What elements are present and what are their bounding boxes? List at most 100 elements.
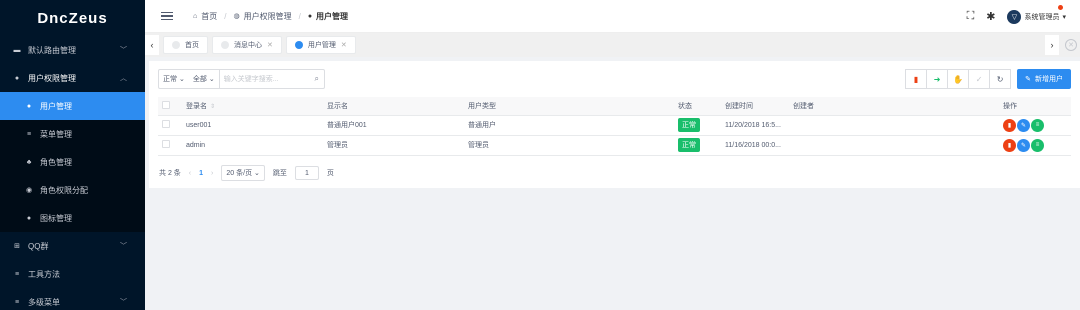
search-input[interactable]	[219, 70, 310, 88]
tab-dot	[221, 41, 229, 49]
edit-row-button[interactable]: ✎	[1017, 138, 1030, 152]
next-page-icon[interactable]: ›	[211, 170, 213, 177]
row-select-cell[interactable]	[158, 115, 182, 136]
menu-icon: ≡	[14, 298, 20, 306]
sidebar-item-multilevel-menu[interactable]: ≡ 多级菜单 ﹀	[0, 288, 145, 310]
jump-page-input[interactable]	[294, 166, 319, 180]
prev-page-icon[interactable]: ‹	[189, 170, 191, 177]
top-header: ⌂ 首页 / ◍ 用户权限管理 / ● 用户管理 ⛶ ✱ ▽ 系统管理员 ▾	[145, 0, 1080, 33]
cell-actions: ▮ ✎ ≡	[999, 135, 1071, 156]
add-user-button[interactable]: ✎ 新增用户	[1017, 69, 1071, 89]
bug-icon[interactable]: ✱	[986, 10, 995, 23]
row-checkbox[interactable]	[162, 120, 170, 128]
user-icon: ●	[26, 102, 32, 110]
close-icon[interactable]: ✕	[267, 41, 273, 49]
sidebar-item-tools[interactable]: ≡ 工具方法	[0, 260, 145, 288]
select-all-checkbox[interactable]	[162, 100, 170, 109]
column-header-login[interactable]: 登录名 ⇕	[182, 97, 323, 116]
tab-messages[interactable]: 消息中心 ✕	[212, 36, 282, 54]
edit-row-button[interactable]: ✎	[1017, 118, 1030, 132]
row-actions: ▮ ✎ ≡	[1003, 118, 1067, 132]
tool-icon: ≡	[14, 270, 20, 278]
user-dropdown[interactable]: ▽ 系统管理员 ▾	[1007, 4, 1066, 24]
submenu-user-permissions: ● 用户管理 ≡ 菜单管理 ♣ 角色管理 ◉ 角色权限分配 ● 图标管理	[0, 92, 145, 232]
disable-button[interactable]: ✋	[947, 69, 970, 89]
row-checkbox[interactable]	[162, 140, 170, 148]
confirm-button[interactable]: ✓	[968, 69, 991, 89]
breadcrumb-home[interactable]: ⌂ 首页	[193, 11, 217, 22]
pencil-icon: ✎	[1025, 76, 1031, 83]
status-badge: 正常	[678, 118, 700, 132]
select-value: 全部	[192, 76, 207, 83]
row-actions: ▮ ✎ ≡	[1003, 138, 1067, 152]
sidebar-item-label: 用户管理	[40, 101, 72, 111]
cell-created: 11/16/2018 00:0...	[721, 135, 789, 156]
tab-home[interactable]: 首页	[163, 36, 208, 54]
type-filter-select[interactable]: 全部 ⌄	[189, 70, 220, 88]
sidebar-item-default-routes[interactable]: ▬ 默认路由管理 ﹀	[0, 36, 145, 64]
breadcrumb-current: ● 用户管理	[308, 11, 348, 22]
tabs-scroll-left-icon[interactable]: ‹	[145, 35, 159, 55]
home-icon: ⌂	[193, 12, 198, 20]
sidebar-item-role-management[interactable]: ♣ 角色管理	[0, 148, 145, 176]
refresh-button[interactable]: ↻	[989, 69, 1012, 89]
sidebar-item-label: 图标管理	[40, 213, 72, 223]
chevron-down-icon: ⌄	[254, 170, 260, 177]
user-icon: ●	[307, 12, 313, 20]
cell-login: admin	[182, 135, 323, 156]
sidebar-item-label: 多级菜单	[28, 297, 60, 307]
cell-login: user001	[182, 115, 323, 136]
sidebar-item-qq-group[interactable]: ⊞ QQ群 ﹀	[0, 232, 145, 260]
tab-user-management[interactable]: 用户管理 ✕	[285, 36, 356, 54]
tabs-scroll-right-icon[interactable]: ›	[1045, 35, 1059, 55]
trash-icon: ▮	[913, 74, 919, 84]
sidebar-item-role-permission[interactable]: ◉ 角色权限分配	[0, 176, 145, 204]
hamburger-menu-icon[interactable]	[161, 11, 173, 21]
breadcrumb: ⌂ 首页 / ◍ 用户权限管理 / ● 用户管理	[193, 11, 348, 22]
delete-row-button[interactable]: ▮	[1003, 138, 1016, 152]
action-buttons: ▮ ➜ ✋ ✓ ↻ ✎ 新增用户	[905, 69, 1071, 89]
row-select-cell[interactable]	[158, 135, 182, 156]
fullscreen-icon[interactable]: ⛶	[967, 10, 975, 23]
chevron-down-icon: ﹀	[120, 243, 127, 250]
content-card: 正常 ⌄ 全部 ⌄ ⌕ ▮ ➜ ✋ ✓ ↻ ✎ 新增用户 登录	[149, 61, 1080, 188]
sidebar-item-user-permissions[interactable]: ● 用户权限管理 ︿	[0, 64, 145, 92]
search-icon[interactable]: ⌕	[310, 70, 324, 88]
refresh-icon: ↻	[996, 74, 1004, 84]
notification-dot	[1058, 4, 1063, 10]
sidebar-item-label: 角色管理	[40, 157, 72, 167]
breadcrumb-label: 首页	[201, 11, 218, 21]
sidebar-item-menu-management[interactable]: ≡ 菜单管理	[0, 120, 145, 148]
delete-row-button[interactable]: ▮	[1003, 118, 1016, 132]
select-all-cell[interactable]	[158, 97, 182, 116]
page-suffix: 页	[326, 170, 334, 177]
cell-status: 正常	[674, 115, 721, 136]
sort-icon[interactable]: ⇕	[210, 104, 215, 110]
assign-role-button[interactable]: ≡	[1031, 138, 1044, 152]
tab-label: 首页	[185, 42, 199, 49]
assign-role-button[interactable]: ≡	[1031, 118, 1044, 132]
delete-button[interactable]: ▮	[905, 69, 928, 89]
close-icon[interactable]: ✕	[341, 41, 347, 49]
status-filter-select[interactable]: 正常 ⌄	[159, 70, 189, 88]
page-number[interactable]: 1	[199, 170, 203, 177]
sidebar-item-label: 角色权限分配	[40, 185, 88, 195]
permission-icon: ◉	[25, 187, 33, 194]
sidebar-item-icon-management[interactable]: ● 图标管理	[0, 204, 145, 232]
total-count: 共 2 条	[159, 170, 181, 177]
page-size-select[interactable]: 20 条/页 ⌄	[221, 165, 265, 181]
column-header-creator: 创建者	[789, 97, 999, 116]
sidebar: DncZeus ▬ 默认路由管理 ﹀ ● 用户权限管理 ︿ ● 用户管理 ≡ 菜…	[0, 0, 145, 310]
button-label: 新增用户	[1035, 76, 1063, 83]
table-row: user001 普通用户001 普通用户 正常 11/20/2018 16:5.…	[158, 115, 1071, 136]
column-header-created: 创建时间	[721, 97, 789, 116]
app-logo: DncZeus	[37, 9, 108, 27]
select-value: 正常	[163, 76, 177, 83]
status-badge: 正常	[678, 138, 700, 152]
enable-button[interactable]: ➜	[926, 69, 949, 89]
table-row: admin 管理员 管理员 正常 11/16/2018 00:0... ▮ ✎ …	[158, 135, 1071, 156]
sidebar-item-user-management[interactable]: ● 用户管理	[0, 92, 145, 120]
close-all-tabs-icon[interactable]: ✕	[1065, 39, 1077, 51]
arrow-right-icon: ➜	[933, 74, 941, 84]
breadcrumb-user-permissions[interactable]: ◍ 用户权限管理	[233, 11, 291, 22]
